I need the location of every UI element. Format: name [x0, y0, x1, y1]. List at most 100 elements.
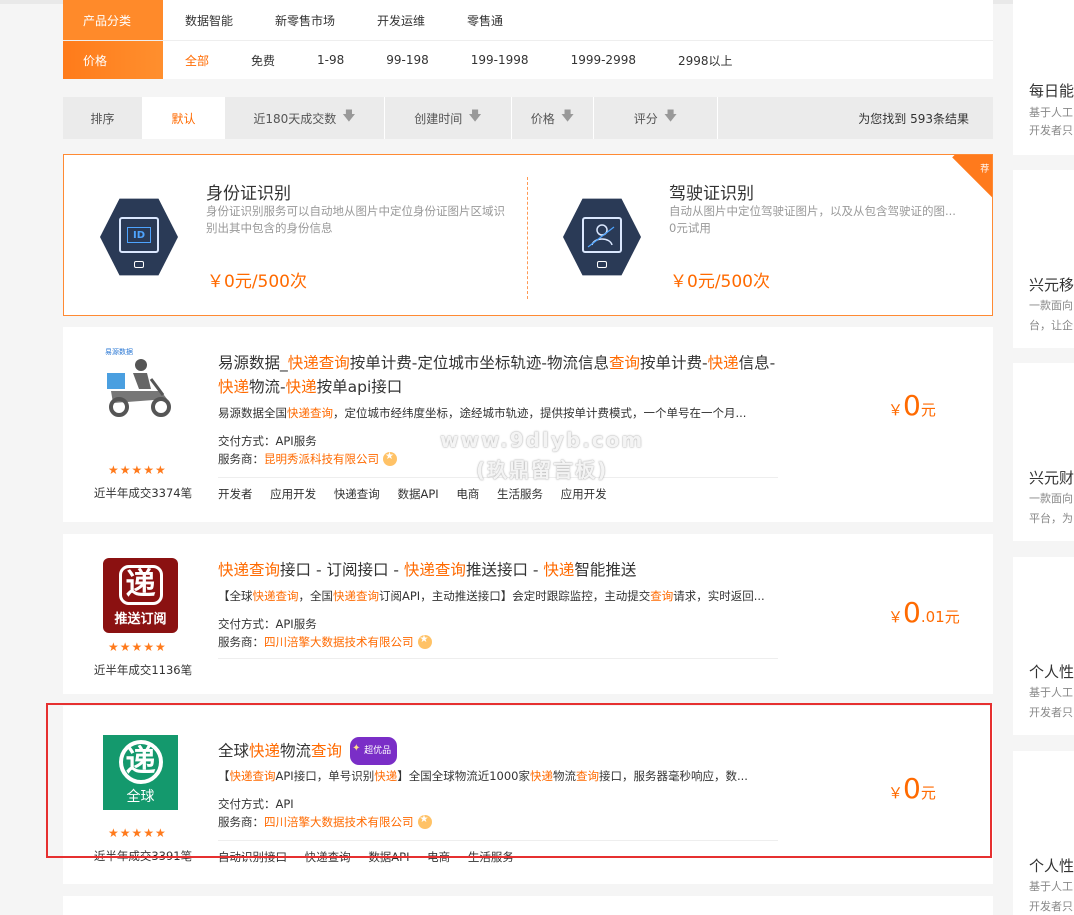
product-price: ￥0元 [888, 389, 936, 422]
title-keyword: 查询 [608, 354, 640, 372]
desc-keyword: 快递查询 [287, 406, 333, 420]
provider-link[interactable]: 昆明秀派科技有限公司 [264, 452, 379, 466]
rating-stars: ★★★★★ [108, 640, 167, 654]
desc-keyword: 查询 [650, 589, 674, 603]
side-card-desc: 基于人工 [1029, 880, 1073, 893]
product-desc: 【全球快递查询，全国快递查询订阅API，主动推送接口】会定时跟踪监控，主动提交查… [218, 588, 778, 604]
filter-option[interactable]: 数据智能 [185, 12, 233, 29]
camera-icon [597, 261, 607, 268]
red-highlight-box [46, 703, 992, 858]
id-text-icon: ID [127, 227, 151, 243]
price-option[interactable]: 199-1998 [471, 53, 529, 67]
sort-by-rating[interactable]: 评分 🡇 [594, 97, 718, 139]
filter-option[interactable]: 开发运维 [377, 12, 425, 29]
tag[interactable]: 开发者 [218, 487, 253, 501]
featured-item-id-card[interactable]: ID 身份证识别 身份证识别服务可以自动地从图片中定位身份证图片区域识别出其中包… [64, 155, 505, 315]
product-card[interactable]: 递 推送订阅 ★★★★★ 近半年成交1136笔 快递查询接口 - 订阅接口 - … [63, 534, 993, 694]
desc-text: ，定位城市经纬度坐标，途经城市轨迹，提供按单计费模式，一个单号在一个月... [333, 406, 747, 420]
filter-row-price: 价格 全部 免费 1-98 99-198 199-1998 1999-2998 … [63, 40, 993, 79]
product-price: ￥0.01元 [888, 596, 960, 629]
scan-frame-icon: ID [119, 217, 159, 253]
side-recommend-card[interactable]: 每日能 基于人工 开发者只 [1013, 0, 1074, 155]
desc-keyword: 快递查询 [333, 589, 379, 603]
scooter-icon [107, 359, 171, 417]
side-card-title[interactable]: 每日能 [1029, 80, 1074, 101]
tag[interactable]: 快递查询 [334, 487, 380, 501]
provider-verified-icon [417, 634, 432, 649]
featured-item-driver-license[interactable]: 驾驶证识别 自动从图片中定位驾驶证图片，以及从包含驾驶证的图... 0元试用 ￥… [527, 155, 967, 315]
sort-by-price[interactable]: 价格 🡇 [512, 97, 594, 139]
tag[interactable]: 数据API [397, 487, 438, 501]
featured-title[interactable]: 身份证识别 [206, 179, 291, 204]
provider-verified-icon [383, 451, 397, 466]
product-title[interactable]: 易源数据_快递查询按单计费-定位城市坐标轨迹-物流信息查询按单计费-快递信息-快… [218, 351, 778, 399]
price-option-all[interactable]: 全部 [185, 52, 209, 69]
featured-price: ￥0元/500次 [670, 272, 770, 292]
delivery-method: 交付方式：API服务 [218, 617, 317, 631]
watermark-url: www.9dlyb.com [440, 428, 645, 452]
price-main: 0 [903, 596, 921, 629]
side-recommend-card[interactable]: 兴元财 一款面向 平台，为 [1013, 363, 1074, 541]
product-card[interactable]: 易源数据 ★★★★★ 近半年成交3374笔 易源数据_快递查询按单计费-定位城市… [63, 327, 993, 522]
sort-by-sales[interactable]: 近180天成交数 🡇 [225, 97, 385, 139]
filter-option[interactable]: 新零售市场 [275, 12, 335, 29]
sort-by-sales-label: 近180天成交数 [253, 111, 337, 126]
watermark-site-name: (玖鼎留言板) [475, 458, 609, 482]
rating-stars: ★★★★★ [108, 463, 167, 477]
tag[interactable]: 应用开发 [561, 487, 607, 501]
price-option[interactable]: 99-198 [386, 53, 429, 67]
side-card-desc: 基于人工 [1029, 106, 1073, 119]
provider-row: 服务商：四川涪擎大数据技术有限公司 [218, 634, 432, 650]
recommend-corner-label: 荐 [980, 164, 990, 175]
provider-row: 服务商：昆明秀派科技有限公司 [218, 451, 397, 467]
price-option-free[interactable]: 免费 [251, 52, 275, 69]
side-card-title[interactable]: 个人性 [1029, 661, 1074, 682]
title-keyword: 快递 [543, 561, 575, 579]
product-title[interactable]: 快递查询接口 - 订阅接口 - 快递查询推送接口 - 快递智能推送 [218, 558, 778, 582]
product-card-partial [63, 896, 993, 915]
price-unit: 元 [944, 608, 960, 626]
delivery-method: 交付方式：API服务 [218, 434, 317, 448]
title-text: 按单计费-定位城市坐标轨迹-物流信息 [349, 354, 609, 372]
filter-option[interactable]: 零售通 [467, 12, 503, 29]
provider-label: 服务商： [218, 635, 264, 649]
featured-price: ￥0元/500次 [207, 272, 307, 292]
scooter-delivery-logo[interactable]: 易源数据 [103, 348, 178, 424]
provider-link[interactable]: 四川涪擎大数据技术有限公司 [264, 635, 414, 649]
price-main: 0 [903, 389, 921, 422]
desc-text: ，全国 [298, 589, 334, 603]
tag[interactable]: 生活服务 [497, 487, 543, 501]
tag[interactable]: 应用开发 [270, 487, 316, 501]
side-card-title[interactable]: 兴元移 [1029, 274, 1074, 295]
camera-icon [134, 261, 144, 268]
sort-by-rating-label: 评分 [633, 111, 658, 126]
price-option[interactable]: 1-98 [317, 53, 344, 67]
sort-by-created[interactable]: 创建时间 🡇 [385, 97, 512, 139]
title-keyword: 快递查询 [218, 561, 281, 579]
price-option[interactable]: 1999-2998 [571, 53, 636, 67]
desc-text: 【全球 [218, 589, 253, 603]
tag[interactable]: 电商 [456, 487, 479, 501]
sort-default[interactable]: 默认 [143, 97, 225, 139]
price-symbol: ￥ [888, 608, 904, 626]
title-text: 推送接口 - [465, 561, 544, 579]
express-push-logo[interactable]: 递 推送订阅 [103, 558, 178, 633]
side-card-title[interactable]: 个人性 [1029, 855, 1074, 876]
arrow-down-icon: 🡇 [468, 109, 482, 124]
desc-text: 请求，实时返回... [673, 589, 765, 603]
desc-text: 订阅API，主动推送接口】会定时跟踪监控，主动提交 [379, 589, 651, 603]
side-recommend-card[interactable]: 个人性 基于人工 开发者只 [1013, 557, 1074, 735]
arrow-down-icon: 🡇 [663, 109, 678, 124]
side-recommend-card[interactable]: 兴元移 一款面向 台，让企 [1013, 170, 1074, 348]
sales-count: 近半年成交1136笔 [93, 663, 193, 677]
side-card-desc: 基于人工 [1029, 686, 1073, 699]
filter-panel: 产品分类 数据智能 新零售市场 开发运维 零售通 价格 全部 免费 1-98 9… [63, 0, 993, 79]
driver-license-icon [563, 198, 641, 276]
featured-title[interactable]: 驾驶证识别 [669, 179, 754, 204]
price-option[interactable]: 2998以上 [678, 52, 733, 69]
side-card-title[interactable]: 兴元财 [1029, 467, 1074, 488]
title-text: 按单api接口 [316, 378, 403, 396]
desc-text: 易源数据全国 [218, 406, 287, 420]
side-recommend-card[interactable]: 个人性 基于人工 开发者只 [1013, 751, 1074, 915]
filter-label-price: 价格 [63, 41, 163, 79]
